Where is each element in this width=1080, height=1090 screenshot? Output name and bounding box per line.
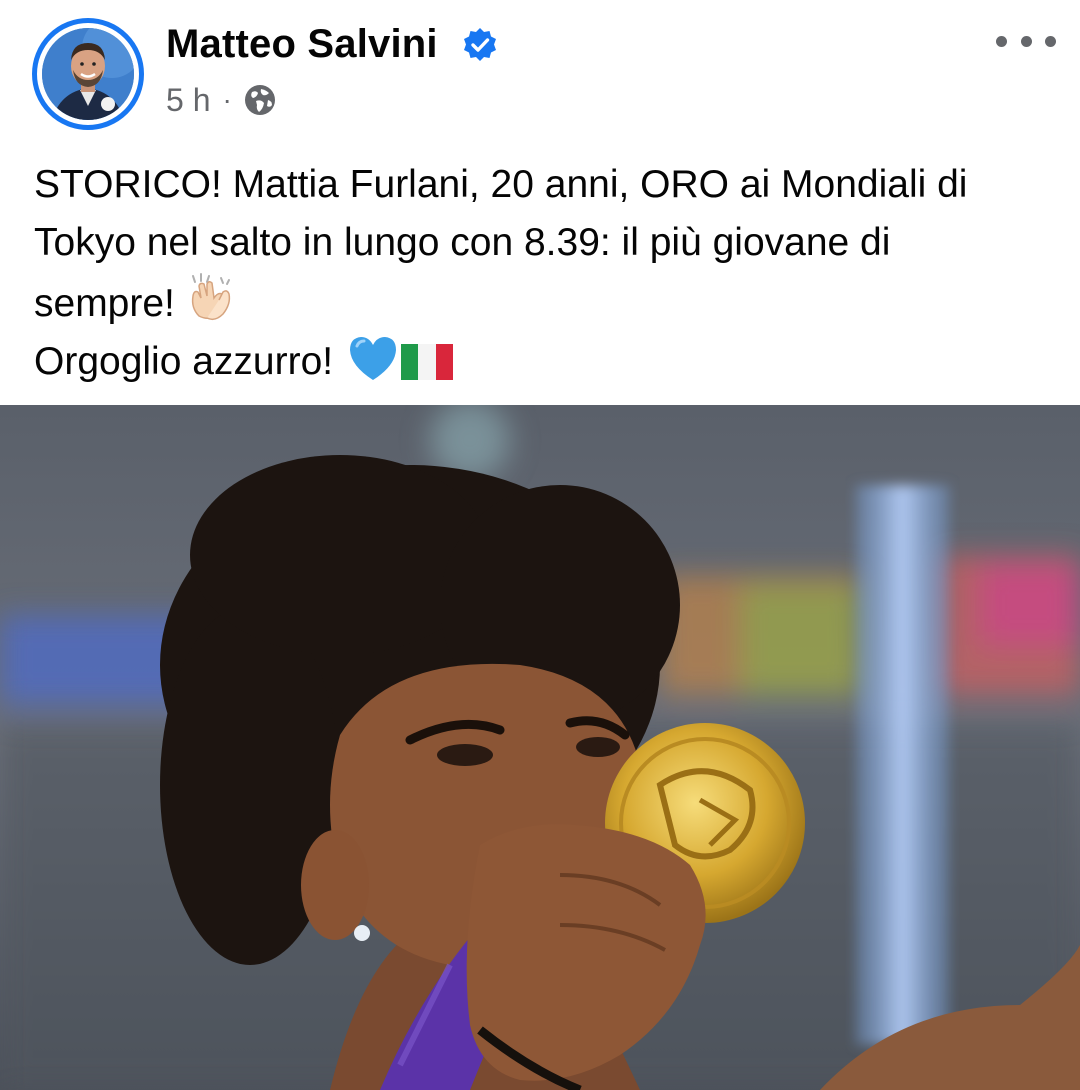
- more-dot: [1020, 35, 1032, 47]
- athlete-kissing-gold-medal-photo: [0, 405, 1080, 1090]
- post-text-line-with-emoji: Orgoglio azzurro!: [34, 333, 1054, 391]
- more-dot: [996, 35, 1007, 47]
- meta-separator: ·: [222, 84, 232, 115]
- post-meta: 5 h ·: [166, 80, 276, 120]
- italy-flag-icon: [401, 344, 454, 380]
- post-text-fragment: Orgoglio azzurro!: [34, 340, 334, 383]
- author-avatar[interactable]: [32, 18, 144, 130]
- avatar-photo: [42, 28, 134, 120]
- verified-badge-icon: [464, 28, 496, 61]
- post-photo[interactable]: [0, 405, 1080, 1090]
- post-text: STORICO! Mattia Furlani, 20 anni, ORO ai…: [34, 156, 1054, 391]
- more-options-button[interactable]: [996, 24, 1056, 58]
- author-name[interactable]: Matteo Salvini: [166, 20, 438, 68]
- post-header: Matteo Salvini 5 h ·: [0, 0, 1080, 140]
- post-text-line: Tokyo nel salto in lungo con 8.39: il pi…: [34, 221, 891, 264]
- blue-heart-icon: [350, 337, 397, 380]
- post-text-line-with-emoji: sempre!: [34, 272, 1054, 333]
- more-dot: [1045, 35, 1056, 47]
- facebook-post: Matteo Salvini 5 h · STORICO! Mattia Fur…: [0, 0, 1080, 1090]
- avatar-image: [42, 28, 134, 120]
- clapping-hands-icon: [191, 273, 231, 321]
- post-timestamp[interactable]: 5 h: [166, 82, 210, 119]
- post-text-line: STORICO! Mattia Furlani, 20 anni, ORO ai…: [34, 163, 968, 206]
- globe-icon[interactable]: [244, 84, 276, 116]
- post-text-fragment: sempre!: [34, 282, 175, 325]
